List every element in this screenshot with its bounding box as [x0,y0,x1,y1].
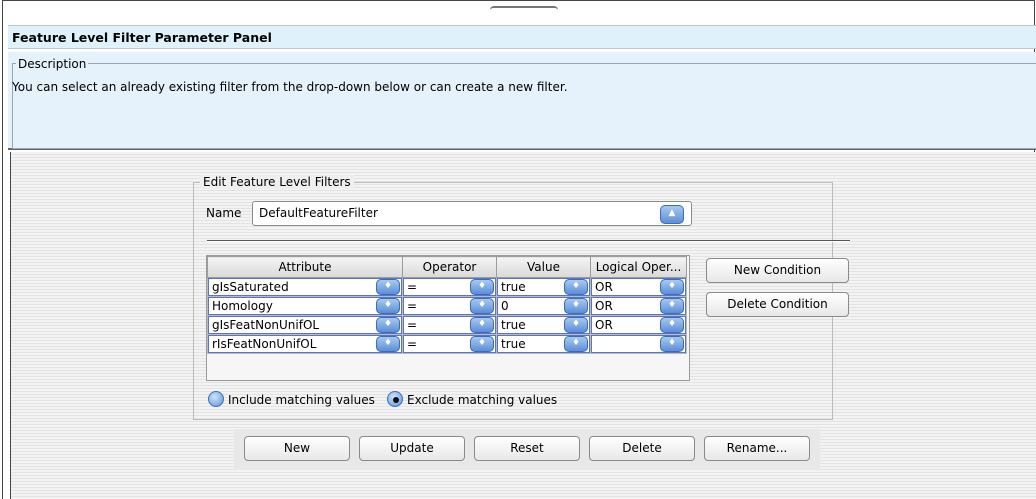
operator-cell[interactable]: = ♦ [402,277,497,297]
attribute-value: Homology [212,299,273,313]
column-header-value[interactable]: Value [496,256,591,278]
edit-filters-legend: Edit Feature Level Filters [200,175,354,189]
exclude-radio[interactable] [387,391,403,407]
value-value: 0 [501,299,509,313]
operator-cell[interactable]: = ♦ [402,315,497,335]
logical-cell[interactable]: OR ♦ [590,296,687,316]
logical-cell[interactable]: OR ♦ [590,315,687,335]
column-header-operator[interactable]: Operator [402,256,497,278]
attribute-value: gIsFeatNonUnifOL [212,318,320,332]
dropdown-arrow-icon[interactable]: ♦ [376,298,400,314]
separator [207,240,850,242]
dropdown-arrow-icon[interactable]: ♦ [660,317,684,333]
logical-combo[interactable]: OR ♦ [591,316,686,334]
value-value: true [501,337,526,351]
table-row[interactable]: rIsFeatNonUnifOL ♦ = ♦ true ♦ ♦ [207,334,687,354]
value-value: true [501,280,526,294]
new-condition-button[interactable]: New Condition [706,258,849,283]
logical-value: OR [595,318,613,332]
operator-value: = [407,280,418,294]
description-text: You can select an already existing filte… [12,80,568,94]
attribute-combo[interactable]: gIsFeatNonUnifOL ♦ [208,316,402,334]
operator-cell[interactable]: = ♦ [402,334,497,354]
table-row[interactable]: gIsSaturated ♦ = ♦ true ♦ OR ♦ [207,277,687,297]
description-legend: Description [16,57,89,71]
dropdown-arrow-icon[interactable]: ♦ [660,279,684,295]
dropdown-arrow-icon[interactable]: ▲ [660,205,684,224]
attribute-cell[interactable]: gIsFeatNonUnifOL ♦ [207,315,403,335]
delete-button[interactable]: Delete [589,436,695,461]
attribute-cell[interactable]: Homology ♦ [207,296,403,316]
new-button[interactable]: New [244,436,350,461]
operator-value: = [407,337,418,351]
operator-combo[interactable]: = ♦ [403,335,496,353]
description-box [12,63,1036,149]
dropdown-arrow-icon[interactable]: ♦ [470,279,494,295]
dropdown-arrow-icon[interactable]: ♦ [376,317,400,333]
delete-condition-button[interactable]: Delete Condition [706,292,849,317]
attribute-cell[interactable]: gIsSaturated ♦ [207,277,403,297]
value-cell[interactable]: true ♦ [496,277,591,297]
operator-value: = [407,299,418,313]
dropdown-arrow-icon[interactable]: ♦ [470,298,494,314]
value-combo[interactable]: true ♦ [497,316,590,334]
column-header-attribute[interactable]: Attribute [207,256,403,278]
dropdown-arrow-icon[interactable]: ♦ [470,317,494,333]
operator-combo[interactable]: = ♦ [403,278,496,296]
value-value: true [501,318,526,332]
value-combo[interactable]: true ♦ [497,278,590,296]
dropdown-arrow-icon[interactable]: ♦ [376,336,400,352]
logical-cell[interactable]: ♦ [590,334,687,354]
value-cell[interactable]: true ♦ [496,315,591,335]
splitter-grip[interactable] [490,6,558,12]
dropdown-arrow-icon[interactable]: ♦ [564,336,588,352]
attribute-combo[interactable]: rIsFeatNonUnifOL ♦ [208,335,402,353]
logical-value: OR [595,299,613,313]
value-combo[interactable]: true ♦ [497,335,590,353]
dropdown-arrow-icon[interactable]: ♦ [376,279,400,295]
dropdown-arrow-icon[interactable]: ♦ [660,298,684,314]
attribute-combo[interactable]: Homology ♦ [208,297,402,315]
dropdown-arrow-icon[interactable]: ♦ [660,336,684,352]
table-row[interactable]: Homology ♦ = ♦ 0 ♦ OR ♦ [207,296,687,316]
operator-combo[interactable]: = ♦ [403,316,496,334]
logical-combo[interactable]: ♦ [591,335,686,353]
dropdown-arrow-icon[interactable]: ♦ [564,298,588,314]
include-radio[interactable] [208,391,224,407]
operator-combo[interactable]: = ♦ [403,297,496,315]
filter-name-value: DefaultFeatureFilter [259,206,378,220]
value-cell[interactable]: 0 ♦ [496,296,591,316]
include-label[interactable]: Include matching values [228,393,375,407]
operator-value: = [407,318,418,332]
filter-name-dropdown[interactable]: DefaultFeatureFilter ▲ [252,201,692,226]
name-label: Name [206,206,242,220]
logical-cell[interactable]: OR ♦ [590,277,687,297]
value-combo[interactable]: 0 ♦ [497,297,590,315]
attribute-value: rIsFeatNonUnifOL [212,337,317,351]
attribute-value: gIsSaturated [212,280,289,294]
exclude-label[interactable]: Exclude matching values [407,393,557,407]
panel-title: Feature Level Filter Parameter Panel [8,25,1036,49]
dropdown-arrow-icon[interactable]: ♦ [470,336,494,352]
rename-button[interactable]: Rename... [704,436,810,461]
value-cell[interactable]: true ♦ [496,334,591,354]
dropdown-arrow-icon[interactable]: ♦ [564,317,588,333]
logical-value: OR [595,280,613,294]
update-button[interactable]: Update [359,436,465,461]
table-row[interactable]: gIsFeatNonUnifOL ♦ = ♦ true ♦ OR ♦ [207,315,687,335]
logical-combo[interactable]: OR ♦ [591,297,686,315]
attribute-combo[interactable]: gIsSaturated ♦ [208,278,402,296]
operator-cell[interactable]: = ♦ [402,296,497,316]
conditions-table: Attribute Operator Value Logical Oper...… [207,256,687,354]
reset-button[interactable]: Reset [474,436,580,461]
dropdown-arrow-icon[interactable]: ♦ [564,279,588,295]
logical-combo[interactable]: OR ♦ [591,278,686,296]
column-header-logical[interactable]: Logical Oper... [590,256,687,278]
attribute-cell[interactable]: rIsFeatNonUnifOL ♦ [207,334,403,354]
